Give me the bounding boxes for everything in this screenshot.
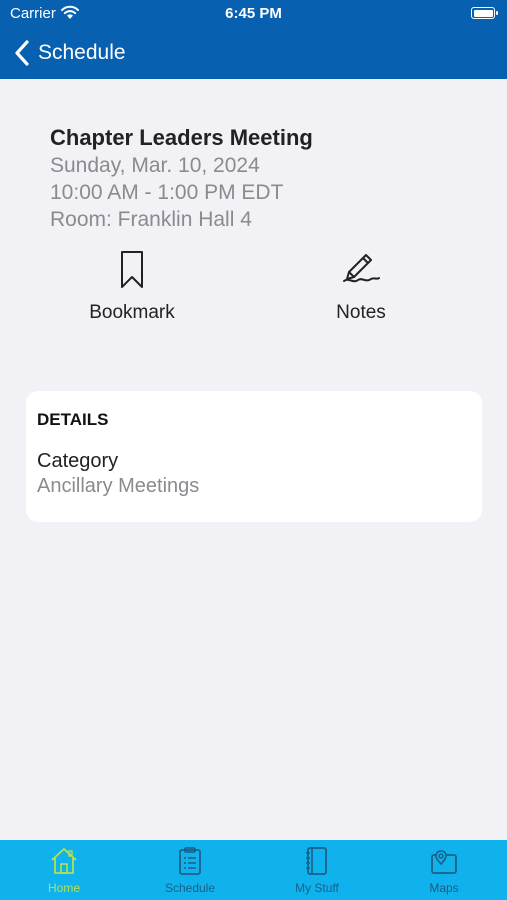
pen-writing-icon [343, 254, 380, 283]
clipboard-icon [179, 847, 201, 875]
bookmark-label: Bookmark [89, 302, 175, 323]
details-heading: DETAILS [37, 410, 109, 429]
navigation-bar: Schedule [0, 34, 507, 74]
tab-maps-label: Maps [429, 881, 459, 895]
map-icon [431, 850, 457, 874]
tab-maps[interactable]: Maps [381, 840, 507, 900]
details-card: DETAILS Category Ancillary Meetings [26, 391, 482, 522]
back-button-label: Schedule [38, 41, 126, 64]
tab-home-label: Home [47, 881, 80, 895]
tab-my-stuff[interactable]: My Stuff [254, 840, 380, 900]
event-room: Room: Franklin Hall 4 [50, 208, 252, 231]
tab-bar: Home Schedule My Stuff Maps [0, 840, 507, 900]
back-button[interactable]: Schedule [12, 34, 126, 72]
tab-home[interactable]: Home [1, 840, 127, 900]
event-header: Chapter Leaders Meeting Sunday, Mar. 10,… [50, 124, 470, 233]
event-date: Sunday, Mar. 10, 2024 [50, 154, 260, 177]
status-bar: Carrier 6:45 PM [0, 0, 507, 28]
tab-schedule-label: Schedule [164, 881, 216, 895]
category-value: Ancillary Meetings [37, 475, 200, 497]
tab-schedule[interactable]: Schedule [127, 840, 253, 900]
chevron-left-icon [15, 40, 29, 66]
notes-button[interactable]: Notes [291, 250, 431, 324]
notebook-icon [306, 847, 327, 875]
home-icon [51, 848, 77, 874]
screen: Carrier 6:45 PM Schedule Chapter Leaders… [0, 0, 507, 900]
top-bar: Carrier 6:45 PM Schedule [0, 0, 507, 79]
battery-icon [471, 7, 498, 19]
event-time: 10:00 AM - 1:00 PM EDT [50, 181, 284, 204]
notes-label: Notes [336, 302, 386, 323]
bookmark-button[interactable]: Bookmark [62, 250, 202, 324]
bookmark-icon [121, 251, 143, 288]
event-title: Chapter Leaders Meeting [50, 125, 313, 150]
tab-my-stuff-label: My Stuff [295, 881, 339, 895]
status-time: 6:45 PM [225, 5, 282, 22]
category-label: Category [37, 450, 119, 472]
